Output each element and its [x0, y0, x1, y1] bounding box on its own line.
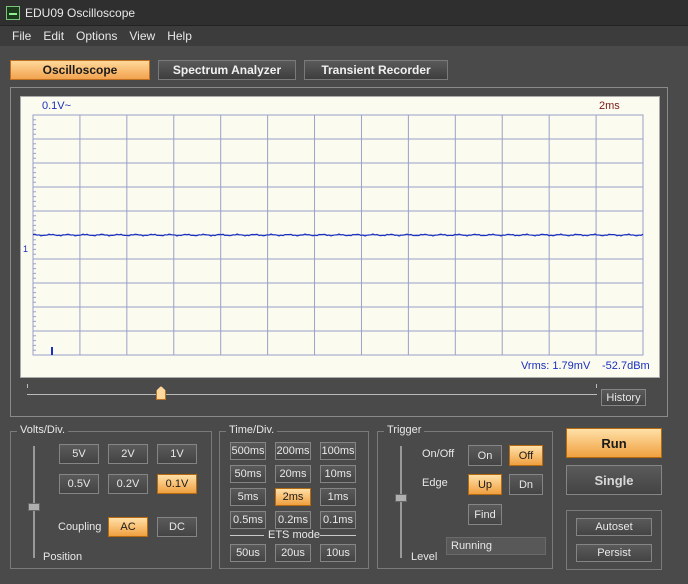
signal-trace	[32, 233, 644, 237]
time-0.2ms-button[interactable]: 0.2ms	[275, 511, 311, 529]
time-1ms-button[interactable]: 1ms	[320, 488, 356, 506]
coupling-ac-button[interactable]: AC	[108, 517, 148, 537]
app-icon	[6, 5, 20, 20]
channel-1-marker: 1	[23, 244, 29, 254]
time-0.5ms-button[interactable]: 0.5ms	[230, 511, 266, 529]
trigger-position-marker	[51, 347, 53, 355]
time-0.1ms-button[interactable]: 0.1ms	[320, 511, 356, 529]
volts-per-div-readout: 0.1V~	[42, 100, 72, 112]
volts-0.2v-button[interactable]: 0.2V	[108, 474, 148, 494]
vrms-readout: Vrms: 1.79mV	[521, 360, 591, 372]
time-div-title: Time/Div.	[226, 424, 278, 436]
trigger-edge-up-button[interactable]: Up	[468, 474, 502, 495]
volts-div-group: Volts/Div. 5V 2V 1V 0.5V 0.2V 0.1V Coupl…	[10, 424, 212, 569]
time-100ms-button[interactable]: 100ms	[320, 442, 356, 460]
window-title: EDU09 Oscilloscope	[25, 5, 136, 20]
trigger-find-button[interactable]: Find	[468, 504, 502, 525]
menu-bar: File Edit Options View Help	[0, 26, 688, 46]
ets-50us-button[interactable]: 50us	[230, 544, 266, 562]
menu-edit[interactable]: Edit	[37, 29, 70, 43]
tab-spectrum-analyzer[interactable]: Spectrum Analyzer	[158, 60, 296, 80]
scope-grid	[32, 114, 644, 356]
time-per-div-readout: 2ms	[599, 100, 620, 112]
history-button[interactable]: History	[601, 389, 646, 406]
volts-0.1v-button[interactable]: 0.1V	[157, 474, 197, 494]
menu-options[interactable]: Options	[70, 29, 123, 43]
time-200ms-button[interactable]: 200ms	[275, 442, 311, 460]
ets-divider-left	[230, 535, 264, 536]
title-bar: EDU09 Oscilloscope	[0, 0, 688, 26]
trigger-level-label: Level	[411, 551, 438, 563]
trigger-level-slider-track	[400, 446, 402, 558]
tab-transient-recorder[interactable]: Transient Recorder	[304, 60, 448, 80]
single-button[interactable]: Single	[566, 465, 662, 495]
ets-10us-button[interactable]: 10us	[320, 544, 356, 562]
run-button[interactable]: Run	[566, 428, 662, 458]
volts-2v-button[interactable]: 2V	[108, 444, 148, 464]
trigger-edge-dn-button[interactable]: Dn	[509, 474, 543, 495]
time-div-group: Time/Div. 500ms 200ms 100ms 50ms 20ms 10…	[219, 424, 369, 569]
persist-button[interactable]: Persist	[576, 544, 652, 562]
coupling-label: Coupling	[58, 521, 102, 533]
trigger-group: Trigger On/Off On Off Edge Up Dn Find Ru…	[377, 424, 553, 569]
time-10ms-button[interactable]: 10ms	[320, 465, 356, 483]
trigger-onoff-label: On/Off	[422, 448, 455, 460]
volts-1v-button[interactable]: 1V	[157, 444, 197, 464]
trigger-edge-label: Edge	[422, 477, 448, 489]
scope-panel: 0.1V~ 2ms 1 Vrms: 1.79mV -52.7dBm Histor…	[10, 87, 668, 417]
tab-oscilloscope[interactable]: Oscilloscope	[10, 60, 150, 80]
time-20ms-button[interactable]: 20ms	[275, 465, 311, 483]
ets-divider-right	[320, 535, 356, 536]
ets-mode-label: ETS mode	[268, 529, 320, 541]
trigger-title: Trigger	[384, 424, 425, 436]
coupling-dc-button[interactable]: DC	[157, 517, 197, 537]
position-slider-track	[33, 446, 35, 558]
ets-20us-button[interactable]: 20us	[275, 544, 311, 562]
time-2ms-button[interactable]: 2ms	[275, 488, 311, 506]
trigger-on-button[interactable]: On	[468, 445, 502, 466]
history-slider[interactable]	[27, 384, 597, 404]
history-slider-thumb[interactable]	[156, 386, 166, 400]
autoset-persist-group: Autoset Persist	[566, 510, 662, 570]
autoset-button[interactable]: Autoset	[576, 518, 652, 536]
scope-screen[interactable]: 0.1V~ 2ms 1 Vrms: 1.79mV -52.7dBm	[20, 96, 660, 378]
trigger-level-slider-thumb[interactable]	[395, 494, 407, 502]
time-500ms-button[interactable]: 500ms	[230, 442, 266, 460]
menu-file[interactable]: File	[6, 29, 37, 43]
volts-0.5v-button[interactable]: 0.5V	[59, 474, 99, 494]
volts-div-title: Volts/Div.	[17, 424, 69, 436]
mode-tabs: Oscilloscope Spectrum Analyzer Transient…	[10, 60, 448, 82]
time-50ms-button[interactable]: 50ms	[230, 465, 266, 483]
position-slider-thumb[interactable]	[28, 503, 40, 511]
trigger-status-field: Running	[446, 537, 546, 555]
dbm-readout: -52.7dBm	[602, 360, 650, 372]
history-slider-track	[27, 394, 597, 395]
trigger-off-button[interactable]: Off	[509, 445, 543, 466]
volts-5v-button[interactable]: 5V	[59, 444, 99, 464]
menu-help[interactable]: Help	[161, 29, 198, 43]
position-label: Position	[43, 551, 83, 563]
menu-view[interactable]: View	[123, 29, 161, 43]
time-5ms-button[interactable]: 5ms	[230, 488, 266, 506]
